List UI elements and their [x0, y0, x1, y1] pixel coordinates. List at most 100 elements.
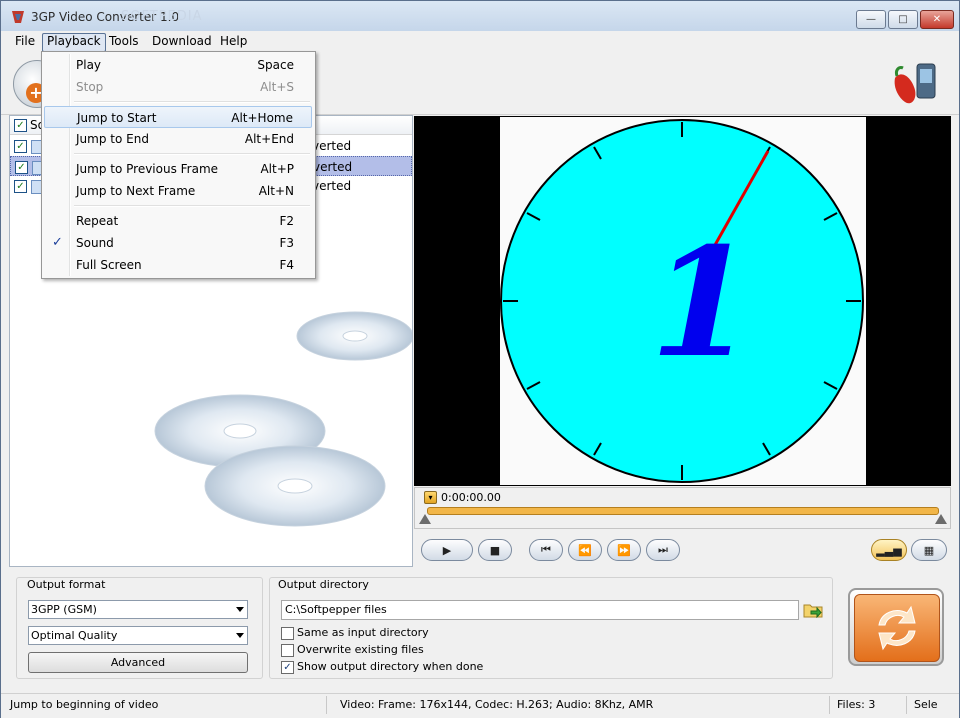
- row-checkbox[interactable]: ✓: [15, 161, 28, 174]
- seek-area[interactable]: ▾ 0:00:00.00: [414, 487, 951, 529]
- menu-item-previous-frame[interactable]: Jump to Previous Frame Alt+P: [44, 158, 312, 180]
- play-button[interactable]: ▶: [421, 539, 473, 561]
- menu-item-label: Jump to End: [76, 132, 149, 146]
- clock-numeral: 1: [650, 215, 754, 391]
- seek-slider[interactable]: [427, 507, 939, 515]
- maximize-button[interactable]: □: [888, 10, 918, 29]
- menu-separator: [74, 205, 310, 207]
- status-divider: [906, 696, 907, 714]
- chevron-down-icon: [236, 633, 244, 638]
- menu-item-shortcut: Alt+End: [244, 132, 294, 146]
- jump-start-button[interactable]: ⏮: [529, 539, 563, 561]
- advanced-button[interactable]: Advanced: [28, 652, 248, 673]
- current-time: 0:00:00.00: [441, 491, 501, 504]
- menu-item-next-frame[interactable]: Jump to Next Frame Alt+N: [44, 180, 312, 202]
- menu-item-shortcut: Alt+Home: [231, 111, 293, 125]
- jump-end-button[interactable]: ⏭: [646, 539, 680, 561]
- convert-inner: [854, 594, 940, 662]
- checkbox-label: Same as input directory: [297, 626, 429, 639]
- menu-item-shortcut: Alt+P: [260, 162, 294, 176]
- output-format-title: Output format: [25, 578, 108, 591]
- status-divider: [829, 696, 830, 714]
- video-frame: 1: [500, 117, 866, 485]
- output-directory-group: Output directory C:\Softpepper files Sam…: [269, 577, 833, 679]
- checkmark-icon: ✓: [52, 235, 63, 250]
- menu-item-shortcut: F4: [279, 258, 294, 272]
- menu-item-full-screen[interactable]: Full Screen F4: [44, 254, 312, 276]
- menu-item-label: Jump to Start: [77, 111, 157, 125]
- menu-item-shortcut: Space: [257, 58, 294, 72]
- menu-tools[interactable]: Tools: [105, 33, 143, 50]
- stop-button[interactable]: ■: [478, 539, 512, 561]
- convert-arrows-icon: [878, 605, 916, 651]
- menu-download[interactable]: Download: [148, 33, 216, 50]
- menu-item-label: Play: [76, 58, 102, 72]
- browse-folder-icon[interactable]: [803, 602, 823, 618]
- checkbox-label: Overwrite existing files: [297, 643, 424, 656]
- menu-item-label: Stop: [76, 80, 104, 94]
- quality-select[interactable]: Optimal Quality: [28, 626, 248, 645]
- menu-item-play[interactable]: Play Space: [44, 54, 312, 76]
- minimize-button[interactable]: —: [856, 10, 886, 29]
- video-preview[interactable]: 1: [414, 116, 951, 486]
- pepper-phone-logo-icon: [894, 63, 936, 104]
- convert-button[interactable]: [848, 588, 944, 666]
- status-message: Jump to beginning of video: [10, 698, 159, 711]
- menu-item-shortcut: Alt+S: [260, 80, 294, 94]
- status-divider: [326, 696, 327, 714]
- menu-item-stop: Stop Alt+S: [44, 76, 312, 98]
- menu-item-label: Repeat: [76, 214, 119, 228]
- clock-video-image: 1: [500, 119, 864, 483]
- row-checkbox[interactable]: ✓: [14, 180, 27, 193]
- menu-item-repeat[interactable]: Repeat F2: [44, 210, 312, 232]
- menu-item-label: Jump to Previous Frame: [76, 162, 219, 176]
- row-checkbox[interactable]: ✓: [14, 140, 27, 153]
- fullscreen-button[interactable]: ▦: [911, 539, 947, 561]
- app-icon: [12, 11, 24, 23]
- range-start-handle[interactable]: [419, 514, 431, 524]
- playback-menu: Play Space Stop Alt+S Jump to Start Alt+…: [41, 51, 316, 279]
- format-select[interactable]: 3GPP (GSM): [28, 600, 248, 619]
- volume-button[interactable]: ▂▃▅: [871, 539, 907, 561]
- app-window: 3GP Video Converter 1.0 SOFTPEDIA — □ ✕ …: [0, 0, 960, 718]
- menu-item-shortcut: F2: [279, 214, 294, 228]
- checkbox-box[interactable]: [281, 627, 294, 640]
- format-value: 3GPP (GSM): [31, 603, 97, 616]
- menu-playback[interactable]: Playback: [42, 33, 106, 52]
- watermark: SOFTPEDIA: [121, 9, 203, 24]
- output-format-group: Output format 3GPP (GSM) Optimal Quality…: [16, 577, 263, 679]
- checkbox-box[interactable]: [281, 644, 294, 657]
- row-status: verted: [312, 139, 352, 153]
- menu-file[interactable]: File: [11, 33, 39, 50]
- row-status: verted: [313, 160, 353, 174]
- chevron-down-icon: [236, 607, 244, 612]
- select-all-checkbox[interactable]: ✓: [14, 119, 27, 132]
- row-status: verted: [312, 179, 352, 193]
- menu-item-label: Full Screen: [76, 258, 142, 272]
- forward-button[interactable]: ⏩: [607, 539, 641, 561]
- quality-value: Optimal Quality: [31, 629, 118, 642]
- status-files-count: Files: 3: [837, 698, 876, 711]
- discs-decoration-icon: [154, 311, 412, 527]
- status-selected: Sele: [914, 698, 938, 711]
- menu-item-label: Jump to Next Frame: [76, 184, 196, 198]
- menu-item-jump-to-start[interactable]: Jump to Start Alt+Home: [44, 106, 312, 128]
- checkbox-label: Show output directory when done: [297, 660, 484, 673]
- menu-item-jump-to-end[interactable]: Jump to End Alt+End: [44, 128, 312, 150]
- menu-help[interactable]: Help: [216, 33, 251, 50]
- menu-item-sound[interactable]: ✓ Sound F3: [44, 232, 312, 254]
- checkbox-box[interactable]: ✓: [281, 661, 294, 674]
- output-path-field[interactable]: C:\Softpepper files: [281, 600, 799, 620]
- close-button[interactable]: ✕: [920, 10, 954, 29]
- status-bar: Jump to beginning of video Video: Frame:…: [1, 693, 959, 718]
- menu-separator: [74, 153, 310, 155]
- menu-item-shortcut: F3: [279, 236, 294, 250]
- menu-separator: [74, 101, 310, 103]
- title-bar[interactable]: 3GP Video Converter 1.0 SOFTPEDIA — □ ✕: [1, 1, 959, 31]
- menu-bar: File Playback Tools Download Help: [1, 32, 959, 52]
- marker-icon[interactable]: ▾: [424, 491, 437, 504]
- menu-item-shortcut: Alt+N: [258, 184, 294, 198]
- range-end-handle[interactable]: [935, 514, 947, 524]
- rewind-button[interactable]: ⏪: [568, 539, 602, 561]
- status-video-info: Video: Frame: 176x144, Codec: H.263; Aud…: [340, 698, 654, 711]
